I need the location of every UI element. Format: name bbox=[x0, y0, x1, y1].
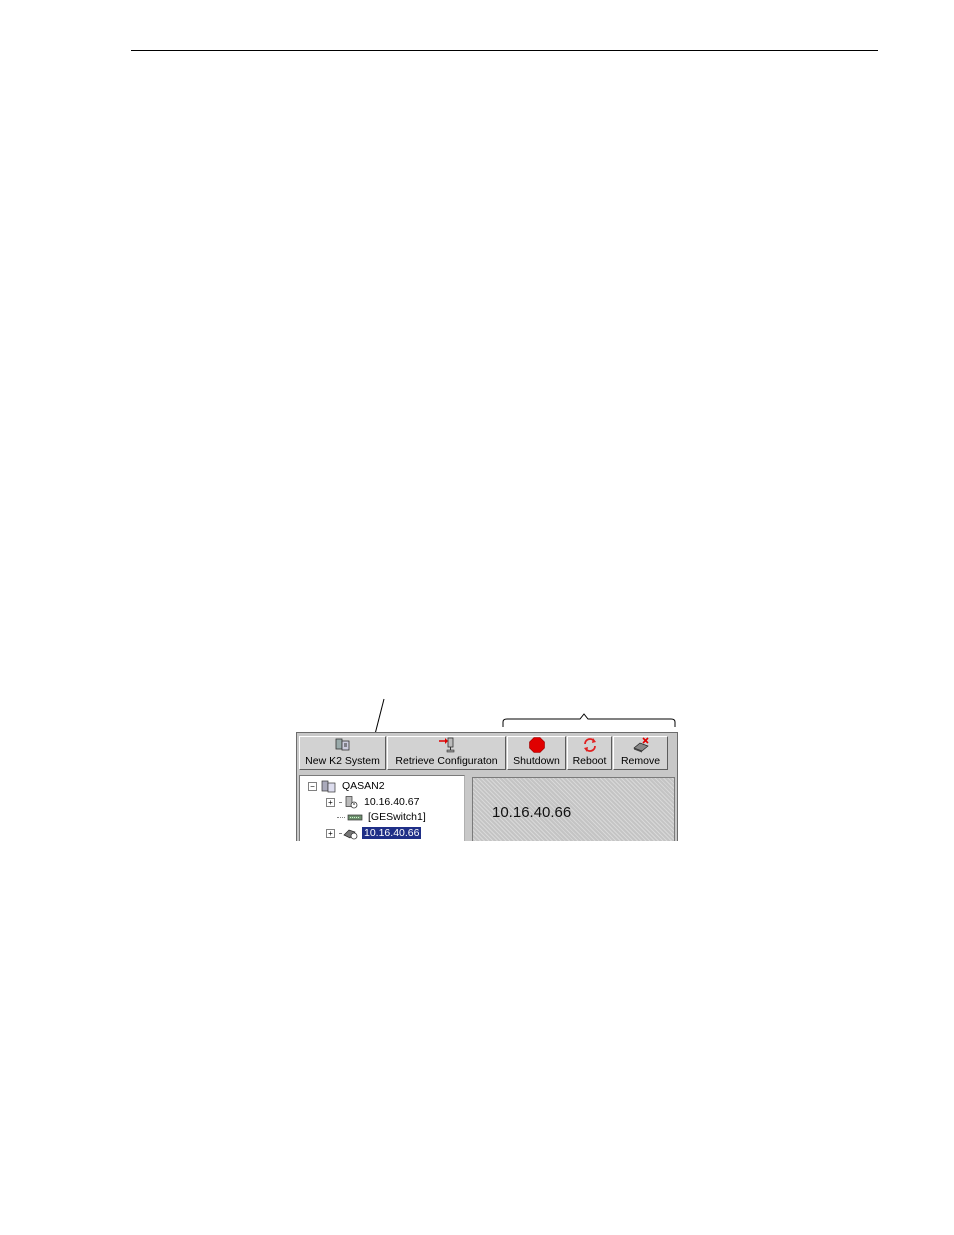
detail-title: 10.16.40.66 bbox=[492, 804, 572, 821]
refresh-icon bbox=[583, 738, 596, 752]
tree-connector bbox=[339, 832, 341, 834]
tree-connector bbox=[339, 801, 341, 803]
collapse-toggle[interactable]: − bbox=[308, 781, 317, 791]
tree-node-row[interactable]: + 10.16.40.67 bbox=[326, 795, 421, 809]
retrieve-configuration-label: Retrieve Configuraton bbox=[395, 755, 498, 767]
tree-node-row[interactable]: [GESwitch1] bbox=[337, 810, 428, 824]
detail-panel: 10.16.40.66 bbox=[472, 777, 675, 841]
expand-toggle[interactable]: + bbox=[326, 797, 335, 807]
tree-root-label: QASAN2 bbox=[342, 780, 385, 792]
reboot-button[interactable]: Reboot bbox=[567, 736, 612, 770]
k2-config-screenshot: New K2 System Retrieve Configuraton Shut… bbox=[296, 732, 678, 841]
expand-toggle[interactable]: + bbox=[326, 828, 335, 838]
shutdown-label: Shutdown bbox=[513, 755, 560, 767]
remove-button[interactable]: Remove bbox=[613, 736, 668, 770]
new-k2-system-button[interactable]: New K2 System bbox=[299, 736, 386, 770]
new-system-icon bbox=[335, 738, 349, 751]
server-icon bbox=[345, 795, 358, 808]
system-icon bbox=[321, 780, 336, 792]
tree-node-label: [GESwitch1] bbox=[368, 811, 426, 823]
tree-root-row[interactable]: − QASAN2 bbox=[308, 779, 387, 793]
media-server-icon bbox=[343, 829, 358, 839]
tree-node-row-selected[interactable]: + 10.16.40.66 bbox=[326, 826, 422, 840]
tree-node-label: 10.16.40.67 bbox=[364, 796, 420, 808]
page-header-rule bbox=[131, 50, 878, 51]
retrieve-icon bbox=[438, 737, 454, 753]
toolbar: New K2 System Retrieve Configuraton Shut… bbox=[299, 736, 669, 772]
retrieve-configuration-button[interactable]: Retrieve Configuraton bbox=[387, 736, 506, 770]
new-k2-system-label: New K2 System bbox=[305, 755, 380, 767]
system-tree: − QASAN2 + 10.16.40.67 [GESwitch1] + 10.… bbox=[299, 775, 465, 841]
shutdown-button[interactable]: Shutdown bbox=[507, 736, 566, 770]
callout-annotations bbox=[349, 698, 676, 833]
remove-label: Remove bbox=[620, 755, 661, 767]
reboot-label: Reboot bbox=[572, 755, 607, 767]
switch-icon bbox=[347, 814, 363, 820]
tree-connector bbox=[337, 816, 345, 818]
remove-icon bbox=[632, 737, 649, 753]
tree-node-label-selected: 10.16.40.66 bbox=[362, 827, 422, 839]
stop-icon bbox=[528, 737, 545, 753]
toolbar-bracket bbox=[502, 713, 676, 727]
